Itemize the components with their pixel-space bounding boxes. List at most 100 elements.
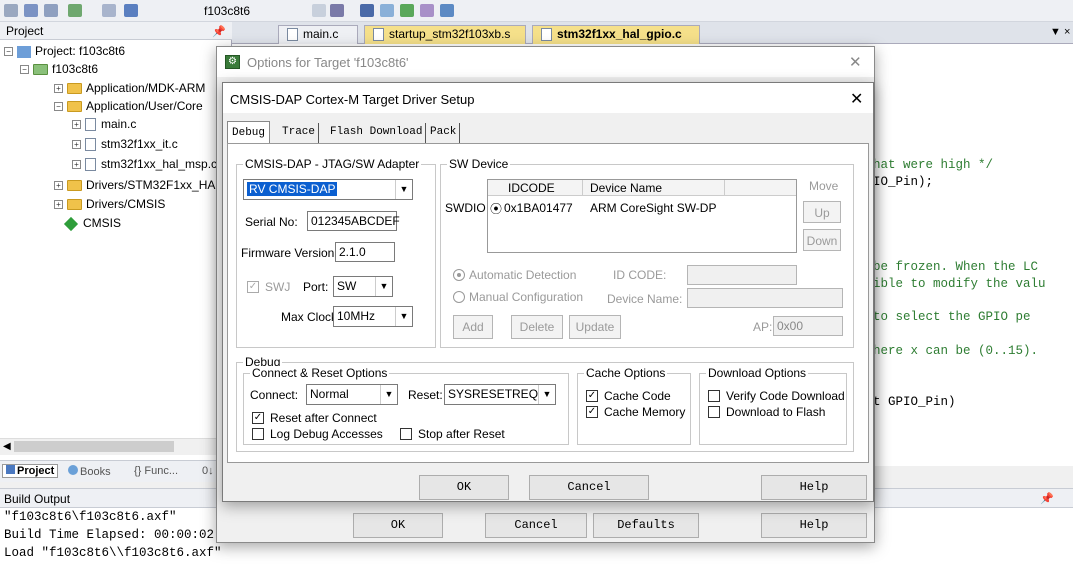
id-code-label: ID CODE: (613, 268, 667, 282)
tab-startup[interactable]: startup_stm32f103xb.s (364, 25, 526, 44)
tool-icon[interactable] (330, 4, 344, 17)
tab-hal-gpio[interactable]: stm32f1xx_hal_gpio.c (532, 25, 700, 44)
verify-code-checkbox[interactable] (708, 390, 720, 402)
load-icon[interactable] (102, 4, 116, 17)
close-icon[interactable]: ✕ (849, 53, 862, 71)
help-button[interactable]: Help (761, 513, 867, 538)
download-flash-checkbox[interactable] (708, 406, 720, 418)
cancel-button[interactable]: Cancel (529, 475, 649, 500)
tree-item-target[interactable]: − f103c8t6 (20, 60, 98, 78)
log-debug-label: Log Debug Accesses (270, 427, 383, 441)
tree-item-file[interactable]: + main.c (72, 115, 136, 133)
expand-icon[interactable]: + (54, 84, 63, 94)
expand-icon[interactable]: + (72, 140, 81, 150)
auto-detect-radio[interactable] (453, 269, 465, 281)
tree-item-project[interactable]: − Project: f103c8t6 (4, 42, 125, 60)
tab-main-c[interactable]: main.c (278, 25, 358, 44)
expand-icon[interactable]: + (54, 181, 63, 191)
cache-code-checkbox[interactable]: ✓ (586, 390, 598, 402)
col-idcode: IDCODE (508, 181, 555, 195)
code-line: be frozen. When the LC (873, 260, 1039, 274)
close-icon[interactable]: ✕ (850, 89, 863, 109)
chevron-down-icon[interactable]: ▼ (538, 385, 555, 404)
maxclock-select[interactable]: 10MHz ▼ (333, 306, 413, 327)
log-debug-checkbox[interactable] (252, 428, 264, 440)
chevron-down-icon[interactable]: ▼ (375, 277, 392, 296)
check-icon[interactable] (400, 4, 414, 17)
radio-selected-icon[interactable]: ⦿ (490, 200, 502, 217)
tree-item-group[interactable]: + Drivers/CMSIS (54, 195, 165, 213)
reset-after-connect-checkbox[interactable]: ✓ (252, 412, 264, 424)
tree-item-file[interactable]: + stm32f1xx_hal_msp.c (72, 155, 217, 173)
pin-icon[interactable]: 📌 (212, 25, 226, 38)
config-icon[interactable] (440, 4, 454, 17)
update-button[interactable]: Update (569, 315, 621, 339)
filter-icon[interactable] (420, 4, 434, 17)
reset-select[interactable]: SYSRESETREQ ▼ (444, 384, 556, 405)
tree-item-component[interactable]: CMSIS (63, 214, 121, 232)
target-name[interactable]: f103c8t6 (204, 4, 250, 18)
swj-checkbox[interactable]: ✓ (247, 281, 259, 293)
defaults-button[interactable]: Defaults (593, 513, 699, 538)
delete-button[interactable]: Delete (511, 315, 563, 339)
expand-icon[interactable]: + (54, 200, 63, 210)
help-button[interactable]: Help (761, 475, 867, 500)
collapse-icon[interactable]: − (54, 102, 63, 112)
panel-icon[interactable] (360, 4, 374, 17)
rebuild-icon[interactable] (24, 4, 38, 17)
cache-memory-checkbox[interactable]: ✓ (586, 406, 598, 418)
ok-button[interactable]: OK (419, 475, 509, 500)
port-select[interactable]: SW ▼ (333, 276, 393, 297)
project-panel: Project 📌 ✕ −Project: f103c8t6 −f103c8t6… (0, 22, 261, 482)
chevron-down-icon[interactable]: ▼ (395, 180, 412, 199)
stop-after-reset-checkbox[interactable] (400, 428, 412, 440)
manual-config-radio[interactable] (453, 291, 465, 303)
down-button[interactable]: Down (803, 229, 841, 251)
scroll-thumb[interactable] (14, 441, 174, 452)
tab-books[interactable]: Books (68, 465, 111, 478)
device-name-field[interactable] (687, 288, 843, 308)
tab-list-icon[interactable]: ▼ × (1050, 26, 1070, 38)
add-button[interactable]: Add (453, 315, 493, 339)
tree-item-group[interactable]: + Application/MDK-ARM (54, 79, 205, 97)
chevron-down-icon[interactable]: ▼ (395, 307, 412, 326)
up-button[interactable]: Up (803, 201, 841, 223)
id-code-field[interactable] (687, 265, 797, 285)
serial-field[interactable]: 012345ABCDEF (307, 211, 400, 231)
expand-icon[interactable]: + (72, 160, 81, 170)
device-table[interactable]: IDCODE Device Name ⦿ 0x1BA01477 ARM Core… (487, 179, 797, 253)
download-icon[interactable] (68, 4, 82, 17)
options-icon[interactable] (124, 4, 138, 17)
pin-icon[interactable]: 📌 (1040, 492, 1054, 505)
expand-icon[interactable]: + (72, 120, 81, 130)
tab-functions[interactable]: {} Func... (134, 465, 178, 477)
download-group: Download Options Verify Code Download Do… (699, 366, 847, 445)
view-icon[interactable] (380, 4, 394, 17)
manual-config-label: Manual Configuration (469, 290, 584, 304)
tab-pack[interactable]: Pack (427, 123, 461, 143)
tab-project[interactable]: Project (2, 464, 59, 478)
file-icon (85, 138, 96, 152)
connect-select[interactable]: Normal ▼ (306, 384, 398, 405)
tab-debug[interactable]: Debug (227, 121, 271, 143)
horizontal-scrollbar[interactable]: ◀ (0, 438, 232, 455)
scroll-left-icon[interactable]: ◀ (3, 441, 11, 452)
chevron-down-icon[interactable]: ▼ (380, 385, 397, 404)
tab-flash-download[interactable]: Flash Download (327, 123, 427, 143)
adapter-select[interactable]: RV CMSIS-DAP ▼ (243, 179, 413, 200)
cancel-button[interactable]: Cancel (485, 513, 587, 538)
build-icon[interactable] (4, 4, 18, 17)
options-window-icon: ⚙ (225, 55, 240, 69)
firmware-field[interactable]: 2.1.0 (335, 242, 395, 262)
tree-item-group[interactable]: − Application/User/Core (54, 97, 203, 115)
tab-trace[interactable]: Trace (279, 123, 320, 143)
folder-icon (67, 199, 82, 211)
tree-item-file[interactable]: + stm32f1xx_it.c (72, 135, 178, 153)
ap-field[interactable]: 0x00 (773, 316, 843, 336)
collapse-icon[interactable]: − (20, 65, 29, 75)
collapse-icon[interactable]: − (4, 47, 13, 57)
window-icon[interactable] (312, 4, 326, 17)
ok-button[interactable]: OK (353, 513, 443, 538)
batch-build-icon[interactable] (44, 4, 58, 17)
code-line: IO_Pin); (873, 175, 934, 189)
